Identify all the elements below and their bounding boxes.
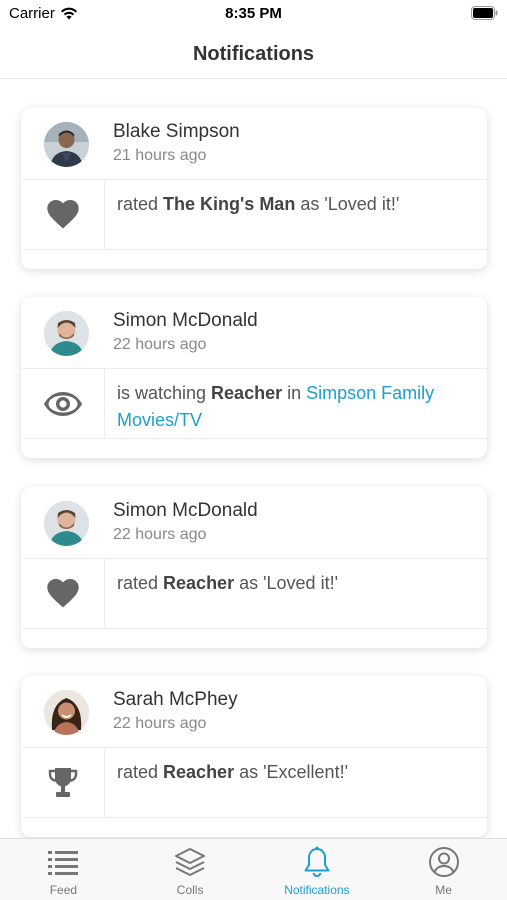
layers-icon	[175, 848, 206, 876]
tab-notifications[interactable]: Notifications	[254, 839, 381, 900]
notification-text: rated The King's Man as 'Loved it!'	[105, 180, 487, 249]
title-link[interactable]: Reacher	[163, 573, 234, 593]
notification-feed[interactable]: Blake Simpson 21 hours ago rated The Kin…	[0, 80, 507, 838]
action-detail: as 'Loved it!'	[234, 573, 339, 593]
notification-text: rated Reacher as 'Excellent!'	[105, 748, 487, 817]
timestamp: 21 hours ago	[113, 147, 207, 164]
status-bar: Carrier 8:35 PM	[0, 0, 507, 30]
page-title: Notifications	[192, 42, 315, 65]
bell-icon	[304, 846, 330, 878]
tab-bar: Feed Colls Notifications Me	[0, 838, 507, 900]
tab-feed[interactable]: Feed	[0, 839, 127, 900]
avatar-image	[44, 311, 89, 356]
notification-body[interactable]: is watching Reacher in Simpson Family Mo…	[21, 369, 487, 439]
avatar-image	[44, 690, 89, 735]
action-verb: rated	[117, 573, 164, 593]
heart-icon	[46, 579, 79, 608]
action-verb: rated	[117, 762, 164, 782]
notification-card[interactable]: Blake Simpson 21 hours ago rated The Kin…	[21, 108, 487, 269]
notification-body[interactable]: rated The King's Man as 'Loved it!'	[21, 180, 487, 250]
notification-card[interactable]: Simon McDonald 22 hours ago is watching …	[21, 297, 487, 458]
user-name[interactable]: Simon McDonald	[113, 500, 258, 522]
clock: 8:35 PM	[225, 5, 282, 22]
tab-label: Notifications	[284, 883, 350, 897]
avatar[interactable]	[44, 122, 89, 167]
user-name[interactable]: Sarah McPhey	[113, 689, 238, 711]
notification-text: is watching Reacher in Simpson Family Mo…	[105, 369, 487, 438]
notification-text: rated Reacher as 'Loved it!'	[105, 559, 487, 628]
notification-header: Sarah McPhey 22 hours ago	[21, 676, 487, 748]
tab-label: Colls	[176, 883, 204, 897]
avatar[interactable]	[44, 501, 89, 546]
timestamp: 22 hours ago	[113, 526, 207, 543]
user-circle-icon	[428, 847, 459, 877]
timestamp: 22 hours ago	[113, 336, 207, 353]
notification-header: Simon McDonald 22 hours ago	[21, 297, 487, 369]
avatar-image	[44, 501, 89, 546]
eye-icon	[43, 391, 82, 416]
action-detail: as 'Excellent!'	[234, 762, 349, 782]
trophy-icon	[48, 767, 77, 797]
tab-me[interactable]: Me	[380, 839, 507, 900]
user-name[interactable]: Simon McDonald	[113, 310, 258, 332]
notification-body[interactable]: rated Reacher as 'Excellent!'	[21, 748, 487, 818]
notification-card[interactable]: Sarah McPhey 22 hours ago rated Reacher …	[21, 676, 487, 837]
avatar-image	[44, 122, 89, 167]
tab-label: Me	[435, 883, 452, 897]
avatar[interactable]	[44, 690, 89, 735]
action-verb: is watching	[117, 383, 212, 403]
navigation-header: Notifications	[0, 30, 507, 79]
notification-header: Simon McDonald 22 hours ago	[21, 487, 487, 559]
action-detail: as 'Loved it!'	[295, 194, 400, 214]
notification-body[interactable]: rated Reacher as 'Loved it!'	[21, 559, 487, 629]
avatar[interactable]	[44, 311, 89, 356]
user-name[interactable]: Blake Simpson	[113, 121, 240, 143]
action-verb: rated	[117, 194, 164, 214]
title-link[interactable]: The King's Man	[163, 194, 295, 214]
notification-header: Blake Simpson 21 hours ago	[21, 108, 487, 180]
tab-colls[interactable]: Colls	[127, 839, 254, 900]
list-icon	[48, 851, 79, 875]
battery-icon	[471, 6, 498, 20]
heart-icon	[46, 200, 79, 229]
title-link[interactable]: Reacher	[211, 383, 282, 403]
title-link[interactable]: Reacher	[163, 762, 234, 782]
timestamp: 22 hours ago	[113, 715, 207, 732]
action-detail: in	[282, 383, 307, 403]
tab-label: Feed	[49, 883, 78, 897]
notification-card[interactable]: Simon McDonald 22 hours ago rated Reache…	[21, 487, 487, 648]
